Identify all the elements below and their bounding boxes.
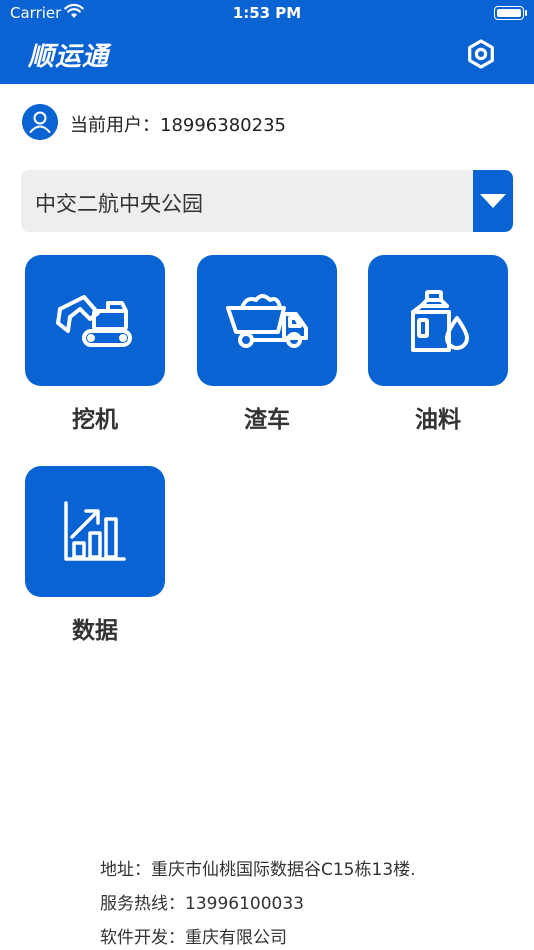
tile-excavator[interactable]: 挖机 <box>25 255 165 434</box>
tile-data-button[interactable] <box>25 466 165 597</box>
project-selector-dropdown-button[interactable] <box>473 170 513 232</box>
tile-data[interactable]: 数据 <box>25 466 165 645</box>
status-time: 1:53 PM <box>232 4 302 22</box>
battery-icon <box>494 6 527 20</box>
footer-address: 地址：重庆市仙桃国际数据谷C15栋13楼. <box>100 860 416 880</box>
app-title: 顺运通 <box>28 42 110 72</box>
excavator-icon <box>56 294 132 347</box>
tile-excavator-button[interactable] <box>25 255 165 386</box>
tile-dump-truck-button[interactable] <box>197 255 337 386</box>
tile-oil-label: 油料 <box>415 407 461 433</box>
user-icon <box>22 104 58 140</box>
gear-icon[interactable] <box>466 39 496 69</box>
project-selector-value: 中交二航中央公园 <box>35 192 203 216</box>
status-bar: Carrier 1:53 PM <box>0 0 534 28</box>
tile-oil-button[interactable] <box>368 255 508 386</box>
footer-hotline: 服务热线：13996100033 <box>100 894 304 914</box>
oil-icon <box>411 289 469 352</box>
tile-dump-truck-label: 渣车 <box>244 407 290 433</box>
top-bar: Carrier 1:53 PM 顺运通 <box>0 0 534 84</box>
tile-excavator-label: 挖机 <box>72 407 118 433</box>
project-selector[interactable]: 中交二航中央公园 <box>21 170 513 232</box>
tile-data-label: 数据 <box>72 618 118 644</box>
footer-developer: 软件开发：重庆有限公司 <box>100 928 287 948</box>
dump-truck-icon <box>226 293 308 348</box>
current-user-label: 当前用户：18996380235 <box>70 115 286 136</box>
tile-dump-truck[interactable]: 渣车 <box>197 255 337 434</box>
chart-icon <box>64 500 126 561</box>
chevron-down-icon <box>480 194 506 208</box>
tile-oil[interactable]: 油料 <box>368 255 508 434</box>
footer-info: 地址：重庆市仙桃国际数据谷C15栋13楼. 服务热线：13996100033 软… <box>100 858 416 950</box>
